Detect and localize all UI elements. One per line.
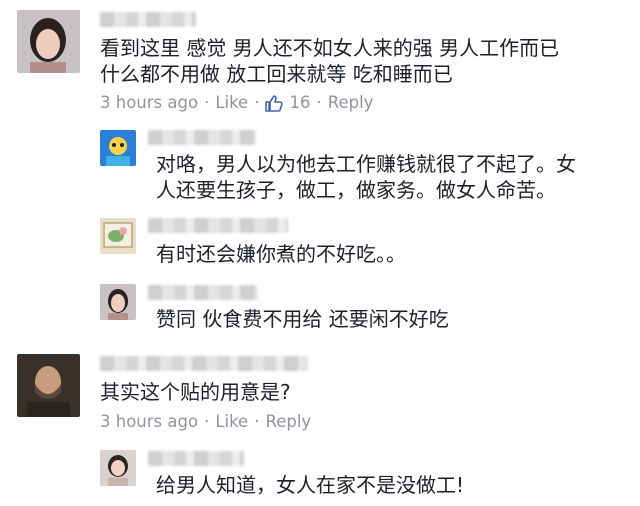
like-count: 16 <box>289 93 311 112</box>
comment-text-line: 看到这里 感觉 男人还不如女人来的强 男人工作而已 <box>100 36 560 60</box>
reply-avatar[interactable] <box>100 284 136 320</box>
separator-dot: · <box>254 93 260 112</box>
reply-name-blurred[interactable] <box>148 451 244 466</box>
woman-portrait-icon <box>17 10 80 73</box>
comment-text-line: 什么都不用做 放工回来就等 吃和睡而已 <box>100 62 453 86</box>
bearded-man-portrait-icon <box>17 354 80 417</box>
reply-text-line: 赞同 伙食费不用给 还要闲不好吃 <box>156 307 449 331</box>
reply-text-line: 人还要生孩子，做工，做家务。做女人命苦。 <box>156 178 556 202</box>
commenter-avatar[interactable] <box>17 354 80 417</box>
woman-portrait-icon <box>100 450 136 486</box>
reply-avatar[interactable] <box>100 130 136 166</box>
comment-meta: 3 hours ago · Like · 16 · Reply <box>100 93 373 112</box>
timestamp[interactable]: 3 hours ago <box>100 412 198 431</box>
comment-text-line: 其实这个贴的用意是? <box>100 380 291 404</box>
separator-dot: · <box>204 412 210 431</box>
like-button[interactable]: Like <box>215 93 248 112</box>
commenter-avatar[interactable] <box>17 10 80 73</box>
reply-text-line: 有时还会嫌你煮的不好吃。。 <box>156 242 406 266</box>
separator-dot: · <box>204 93 210 112</box>
cartoon-avatar-icon <box>100 130 136 166</box>
reply-button[interactable]: Reply <box>265 412 311 431</box>
woman-portrait-icon <box>100 284 136 320</box>
reply-avatar[interactable] <box>100 450 136 486</box>
thumbs-up-icon[interactable] <box>265 94 284 112</box>
reply-avatar[interactable] <box>100 218 136 254</box>
reply-text-line: 对咯，男人以为他去工作赚钱就很了不起了。女 <box>156 152 576 176</box>
photo-frame-avatar-icon <box>100 218 136 254</box>
comment-meta: 3 hours ago · Like · Reply <box>100 412 311 431</box>
reply-name-blurred[interactable] <box>148 285 258 300</box>
like-button[interactable]: Like <box>215 412 248 431</box>
reply-name-blurred[interactable] <box>148 218 288 233</box>
separator-dot: · <box>254 412 260 431</box>
timestamp[interactable]: 3 hours ago <box>100 93 198 112</box>
commenter-name-blurred[interactable] <box>100 356 308 371</box>
reply-text-line: 给男人知道，女人在家不是没做工! <box>156 473 465 497</box>
commenter-name-blurred[interactable] <box>100 12 196 27</box>
reply-name-blurred[interactable] <box>148 130 256 145</box>
separator-dot: · <box>316 93 322 112</box>
reply-button[interactable]: Reply <box>328 93 374 112</box>
